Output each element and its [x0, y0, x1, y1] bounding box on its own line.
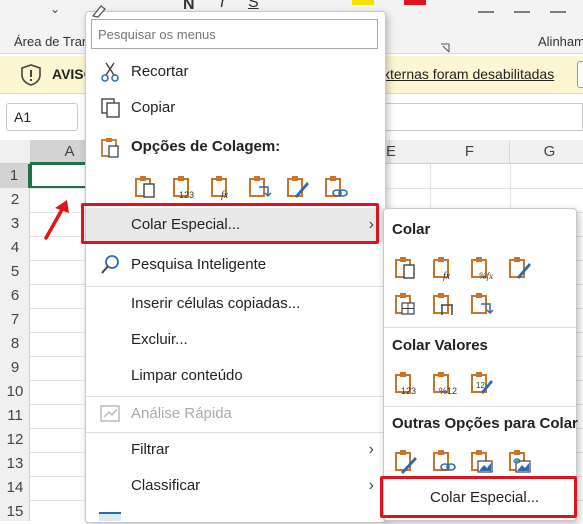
- row-header[interactable]: 12: [0, 428, 30, 452]
- paste-formatting-icon[interactable]: [393, 448, 419, 474]
- paste-no-borders-icon[interactable]: [393, 291, 419, 317]
- formula-bar[interactable]: [384, 103, 583, 131]
- dialog-launcher-icon[interactable]: [440, 40, 450, 53]
- svg-text:fx: fx: [221, 190, 229, 200]
- paste-formulas-icon[interactable]: fx: [209, 174, 235, 201]
- svg-text:123: 123: [401, 386, 416, 396]
- paste-icon[interactable]: [133, 174, 159, 200]
- annotation-arrow-icon: [40, 196, 74, 242]
- copy-icon: [99, 97, 121, 119]
- row-header[interactable]: 7: [0, 308, 30, 332]
- row-header[interactable]: 4: [0, 236, 30, 260]
- fill-color-icon[interactable]: [352, 0, 374, 5]
- menu-item-clear-contents[interactable]: Limpar conteúdo: [86, 359, 384, 393]
- menu-item-label: Excluir...: [131, 331, 188, 348]
- paste-transpose-icon[interactable]: [469, 291, 495, 317]
- menu-item-label: Copiar: [131, 99, 176, 116]
- paste-values-source-formatting-icon[interactable]: 12: [469, 370, 495, 396]
- paste-keep-source-formatting-icon[interactable]: [507, 255, 533, 281]
- paste-options-header: Opções de Colagem:: [86, 130, 384, 164]
- chevron-right-icon: ›: [368, 477, 374, 494]
- table-icon: [99, 512, 121, 521]
- name-box[interactable]: A1: [6, 103, 78, 131]
- menu-item-label: Análise Rápida: [131, 405, 232, 422]
- menu-item-label: Recortar: [131, 63, 189, 80]
- name-box-value: A1: [14, 109, 32, 125]
- svg-text:%123: %123: [439, 386, 457, 396]
- row-header[interactable]: 15: [0, 500, 30, 524]
- paste-formulas-number-formatting-icon[interactable]: %fx: [469, 255, 495, 281]
- warning-enable-button[interactable]: [577, 61, 583, 88]
- menu-item-insert-copied-cells[interactable]: Inserir células copiadas...: [86, 287, 384, 321]
- row-header[interactable]: 2: [0, 188, 30, 212]
- alignment-group-label: Alinham: [538, 34, 583, 49]
- font-color-icon[interactable]: [404, 0, 426, 5]
- paste-options-label: Opções de Colagem:: [131, 138, 281, 155]
- submenu-other-options-header: Outras Opções para Colar: [392, 415, 578, 432]
- paste-keep-column-widths-icon[interactable]: [431, 291, 457, 317]
- paste-picture-icon[interactable]: [469, 448, 495, 474]
- shield-warning-icon: [20, 64, 42, 86]
- menu-separator: [384, 406, 576, 407]
- clipboard-icon: [99, 136, 121, 158]
- svg-text:123: 123: [179, 190, 194, 200]
- paste-formulas-icon[interactable]: fx: [431, 255, 457, 282]
- menu-item-label: Pesquisa Inteligente: [131, 256, 267, 273]
- chevron-right-icon: ›: [368, 441, 374, 458]
- menu-item-quick-analysis: Análise Rápida: [86, 397, 384, 431]
- menu-item-filter[interactable]: Filtrar ›: [86, 433, 384, 467]
- quick-analysis-icon: [99, 403, 121, 425]
- menu-item-smart-lookup[interactable]: Pesquisa Inteligente: [86, 248, 384, 282]
- menu-item-copy[interactable]: Copiar: [86, 91, 384, 125]
- menu-item-delete[interactable]: Excluir...: [86, 323, 384, 357]
- format-painter-icon[interactable]: [89, 2, 111, 18]
- clipboard-group-label: Área de Tran: [14, 34, 90, 49]
- row-header[interactable]: 14: [0, 476, 30, 500]
- menu-item-label: Classificar: [131, 477, 201, 494]
- row-header[interactable]: 13: [0, 452, 30, 476]
- svg-text:%fx: %fx: [479, 271, 493, 281]
- menu-search-field[interactable]: [92, 20, 377, 48]
- align-icons[interactable]: [478, 2, 578, 13]
- column-header-f[interactable]: F: [430, 140, 510, 164]
- row-header[interactable]: 11: [0, 404, 30, 428]
- row-header[interactable]: 5: [0, 260, 30, 284]
- row-header[interactable]: 10: [0, 380, 30, 404]
- menu-search-input[interactable]: [91, 19, 378, 49]
- row-header[interactable]: 6: [0, 284, 30, 308]
- paste-values-number-formatting-icon[interactable]: %123: [431, 370, 462, 396]
- highlight-box-paste-special: [81, 203, 379, 244]
- paste-link-icon[interactable]: [431, 448, 457, 474]
- menu-separator: [384, 327, 576, 328]
- column-header-e[interactable]: E: [386, 140, 396, 164]
- scissors-icon: [99, 61, 121, 83]
- column-header-g[interactable]: G: [510, 140, 583, 164]
- paste-linked-picture-icon[interactable]: [507, 448, 533, 474]
- row-header[interactable]: 1: [0, 164, 30, 188]
- paste-link-icon[interactable]: [323, 174, 349, 200]
- row-header[interactable]: 3: [0, 212, 30, 236]
- submenu-paste-values-header: Colar Valores: [392, 337, 488, 354]
- menu-item-label: Filtrar: [131, 441, 170, 458]
- menu-item-cut[interactable]: Recortar: [86, 55, 384, 89]
- menu-item-label: Inserir células copiadas...: [131, 295, 301, 312]
- chevron-down-icon[interactable]: ⌄: [50, 2, 60, 16]
- paste-values-icon[interactable]: 123: [393, 370, 419, 396]
- submenu-paste-header: Colar: [392, 221, 431, 238]
- svg-text:fx: fx: [443, 271, 451, 281]
- menu-item-sort[interactable]: Classificar ›: [86, 469, 384, 503]
- highlight-box-submenu-paste-special: [380, 476, 577, 518]
- row-header[interactable]: 8: [0, 332, 30, 356]
- menu-item-label: Limpar conteúdo: [131, 367, 243, 384]
- paste-formatting-icon[interactable]: [285, 174, 311, 200]
- row-header[interactable]: 9: [0, 356, 30, 380]
- magnifier-icon: [99, 254, 121, 276]
- paste-icon[interactable]: [393, 255, 419, 281]
- paste-transpose-icon[interactable]: [247, 174, 273, 200]
- warning-message[interactable]: xternas foram desabilitadas: [383, 66, 554, 82]
- paste-values-icon[interactable]: 123: [171, 174, 197, 200]
